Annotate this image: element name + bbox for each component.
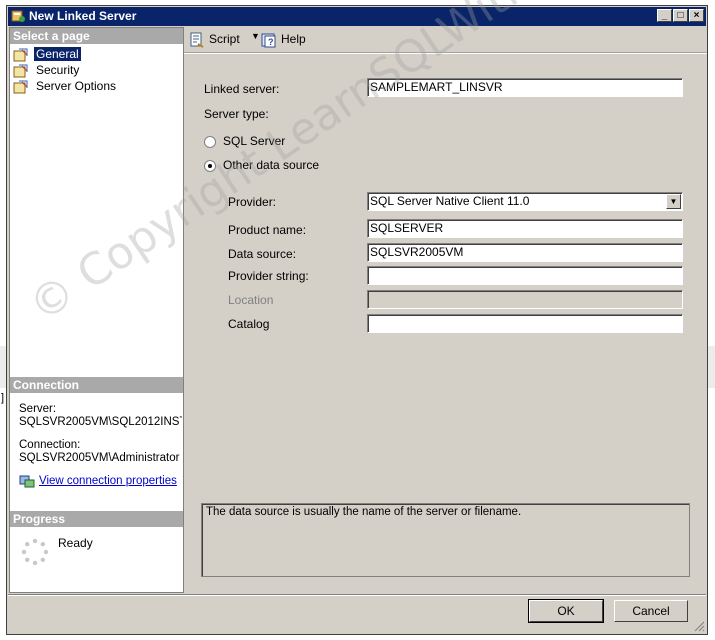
view-connection-link[interactable]: View connection properties xyxy=(39,475,177,487)
data-source-input[interactable]: SQLSVR2005VM xyxy=(367,243,683,262)
progress-header: Progress xyxy=(10,511,183,527)
page-item-server-options[interactable]: Server Options xyxy=(13,78,118,94)
connection-properties-icon xyxy=(19,475,35,488)
left-pane: Select a page General Security Server Op… xyxy=(9,27,184,593)
server-type-label: Server type: xyxy=(204,107,269,121)
close-button[interactable]: × xyxy=(689,9,704,22)
page-item-label: General xyxy=(34,47,81,61)
toolbar-divider xyxy=(184,52,707,54)
catalog-label: Catalog xyxy=(228,317,270,331)
window-title: New Linked Server xyxy=(29,9,137,23)
product-name-input[interactable]: SQLSERVER xyxy=(367,219,683,238)
page-item-general[interactable]: General xyxy=(13,46,81,62)
script-dropdown-arrow-icon[interactable]: ▼ xyxy=(251,31,260,41)
page-item-label: Server Options xyxy=(36,79,117,93)
radio-other-circle[interactable] xyxy=(204,159,216,172)
title-bar[interactable]: New Linked Server _ □ × xyxy=(8,7,706,26)
product-name-label: Product name: xyxy=(228,223,307,237)
chevron-down-icon[interactable]: ▼ xyxy=(666,194,681,209)
provider-label: Provider: xyxy=(228,195,277,209)
minimize-button[interactable]: _ xyxy=(657,9,672,22)
location-input xyxy=(367,290,683,309)
data-source-label: Data source: xyxy=(228,247,297,261)
provider-value: SQL Server Native Client 11.0 xyxy=(370,194,530,208)
help-label: Help xyxy=(281,32,306,46)
progress-spinner-icon xyxy=(21,538,49,566)
maximize-button[interactable]: □ xyxy=(673,9,688,22)
radio-sql-server-circle[interactable] xyxy=(204,135,216,148)
bottom-divider xyxy=(8,594,706,596)
toolbar: Script ▼ ? Help xyxy=(184,27,707,51)
right-pane: Script ▼ ? Help Linked server: SAMPLEMAR… xyxy=(184,27,707,593)
server-app-icon xyxy=(11,10,25,22)
progress-status: Ready xyxy=(58,536,93,550)
select-page-header: Select a page xyxy=(10,28,183,44)
provider-string-input[interactable] xyxy=(367,266,683,285)
radio-other-data-source[interactable]: Other data source xyxy=(204,158,319,172)
background-window-fragment: ] xyxy=(1,392,5,404)
radio-sql-server[interactable]: SQL Server xyxy=(204,134,285,148)
ok-button[interactable]: OK xyxy=(528,599,604,623)
server-label: Server: xyxy=(19,403,57,415)
help-button[interactable]: ? Help xyxy=(261,31,306,48)
script-button[interactable]: Script xyxy=(189,31,240,48)
radio-other-label: Other data source xyxy=(223,158,320,172)
radio-sql-server-label: SQL Server xyxy=(223,134,286,148)
page-icon xyxy=(13,48,28,62)
linked-server-label: Linked server: xyxy=(204,82,280,96)
new-linked-server-dialog: New Linked Server _ □ × Select a page Ge… xyxy=(6,5,708,635)
provider-dropdown[interactable]: SQL Server Native Client 11.0 ▼ xyxy=(367,192,683,211)
catalog-input[interactable] xyxy=(367,314,683,333)
provider-string-label: Provider string: xyxy=(228,269,309,283)
help-icon: ? xyxy=(261,33,276,48)
description-text: The data source is usually the name of t… xyxy=(206,506,522,518)
script-label: Script xyxy=(209,32,240,46)
page-icon xyxy=(13,64,28,78)
linked-server-input[interactable]: SAMPLEMART_LINSVR xyxy=(367,78,683,97)
server-value: SQLSVR2005VM\SQL2012INSTA xyxy=(19,416,182,428)
connection-header: Connection xyxy=(10,377,183,393)
script-icon xyxy=(190,32,204,48)
page-item-label: Security xyxy=(36,63,80,77)
connection-value: SQLSVR2005VM\Administrator xyxy=(19,452,180,464)
connection-label: Connection: xyxy=(19,439,81,451)
location-label: Location xyxy=(228,293,274,307)
view-connection-properties[interactable]: View connection properties xyxy=(19,474,177,488)
page-icon xyxy=(13,80,28,94)
page-item-security[interactable]: Security xyxy=(13,62,81,78)
cancel-button[interactable]: Cancel xyxy=(614,600,688,622)
resize-grip-icon[interactable] xyxy=(693,620,705,632)
description-box: The data source is usually the name of t… xyxy=(201,503,690,577)
svg-text:?: ? xyxy=(268,37,274,47)
